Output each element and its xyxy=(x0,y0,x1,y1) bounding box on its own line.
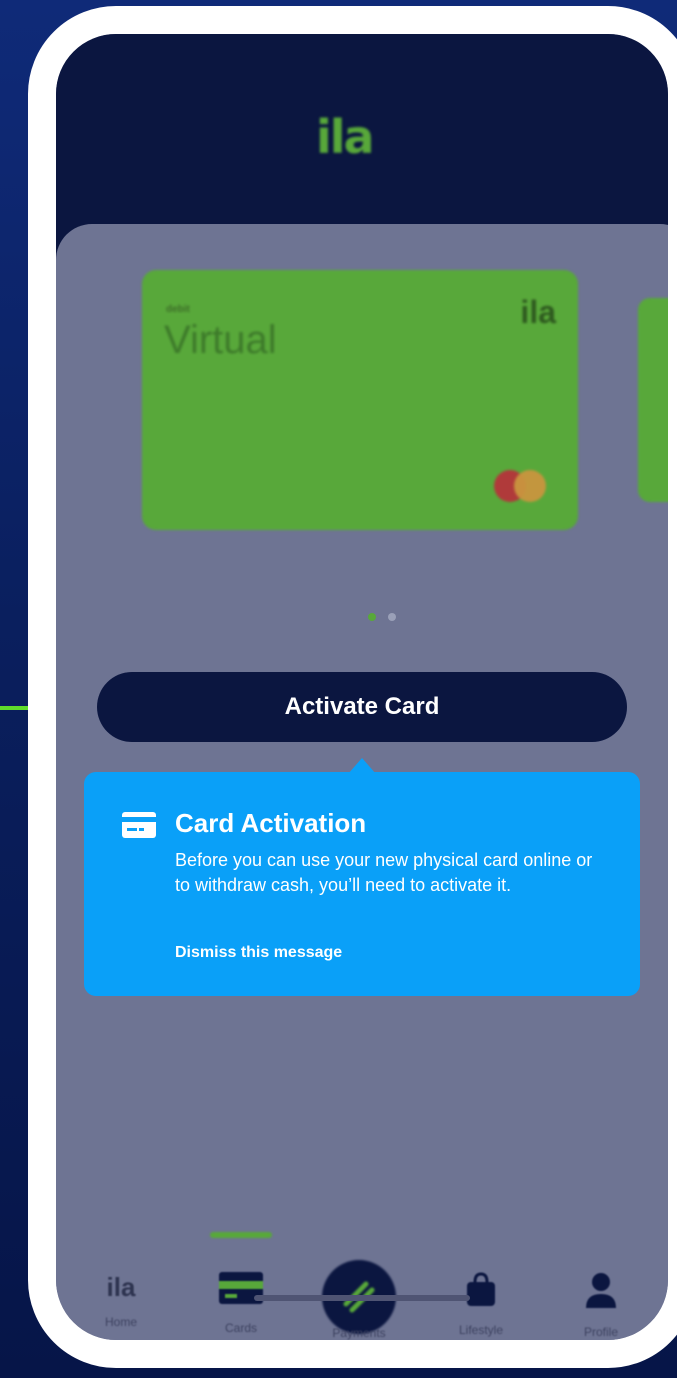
nav-item-cards[interactable]: Cards xyxy=(186,1272,296,1335)
virtual-card[interactable]: debit Virtual ila xyxy=(142,270,578,530)
nav-label: Profile xyxy=(583,1325,618,1339)
nav-item-profile[interactable]: Profile xyxy=(546,1272,656,1339)
credit-card-icon xyxy=(122,812,156,838)
dismiss-message-link[interactable]: Dismiss this message xyxy=(175,944,342,962)
tooltip-title: Card Activation xyxy=(175,808,367,838)
nav-label: Home xyxy=(104,1315,137,1329)
nav-item-home[interactable]: ila Home xyxy=(66,1272,176,1329)
nav-label: Lifestyle xyxy=(458,1323,504,1337)
bottom-nav: ila Home Cards Payments Lifestyle Profil… xyxy=(56,1222,668,1340)
nav-item-payments[interactable]: Payments xyxy=(304,1326,414,1340)
pagination-dot-active[interactable] xyxy=(368,613,376,621)
active-tab-indicator xyxy=(210,1232,272,1238)
activate-card-button[interactable]: Activate Card xyxy=(97,672,627,742)
tooltip-body: Before you can use your new physical car… xyxy=(175,850,593,895)
card-logo: ila xyxy=(520,294,556,330)
card-pagination xyxy=(368,608,404,626)
nav-label: Cards xyxy=(224,1321,257,1335)
pagination-dot[interactable] xyxy=(388,613,397,621)
card-title: Virtual xyxy=(164,318,277,362)
next-card-peek[interactable] xyxy=(638,298,668,502)
ila-logo-icon: ila xyxy=(106,1272,136,1302)
mastercard-icon-overlap xyxy=(514,470,546,502)
card-activation-tooltip: Card Activation Before you can use your … xyxy=(84,772,640,996)
bag-icon xyxy=(467,1272,495,1306)
home-indicator xyxy=(254,1295,470,1301)
nav-item-lifestyle[interactable]: Lifestyle xyxy=(426,1272,536,1337)
card-type-label: debit xyxy=(166,304,190,315)
person-icon xyxy=(586,1273,616,1308)
nav-label: Payments xyxy=(332,1326,386,1340)
ila-logo-icon: ila xyxy=(316,110,375,164)
